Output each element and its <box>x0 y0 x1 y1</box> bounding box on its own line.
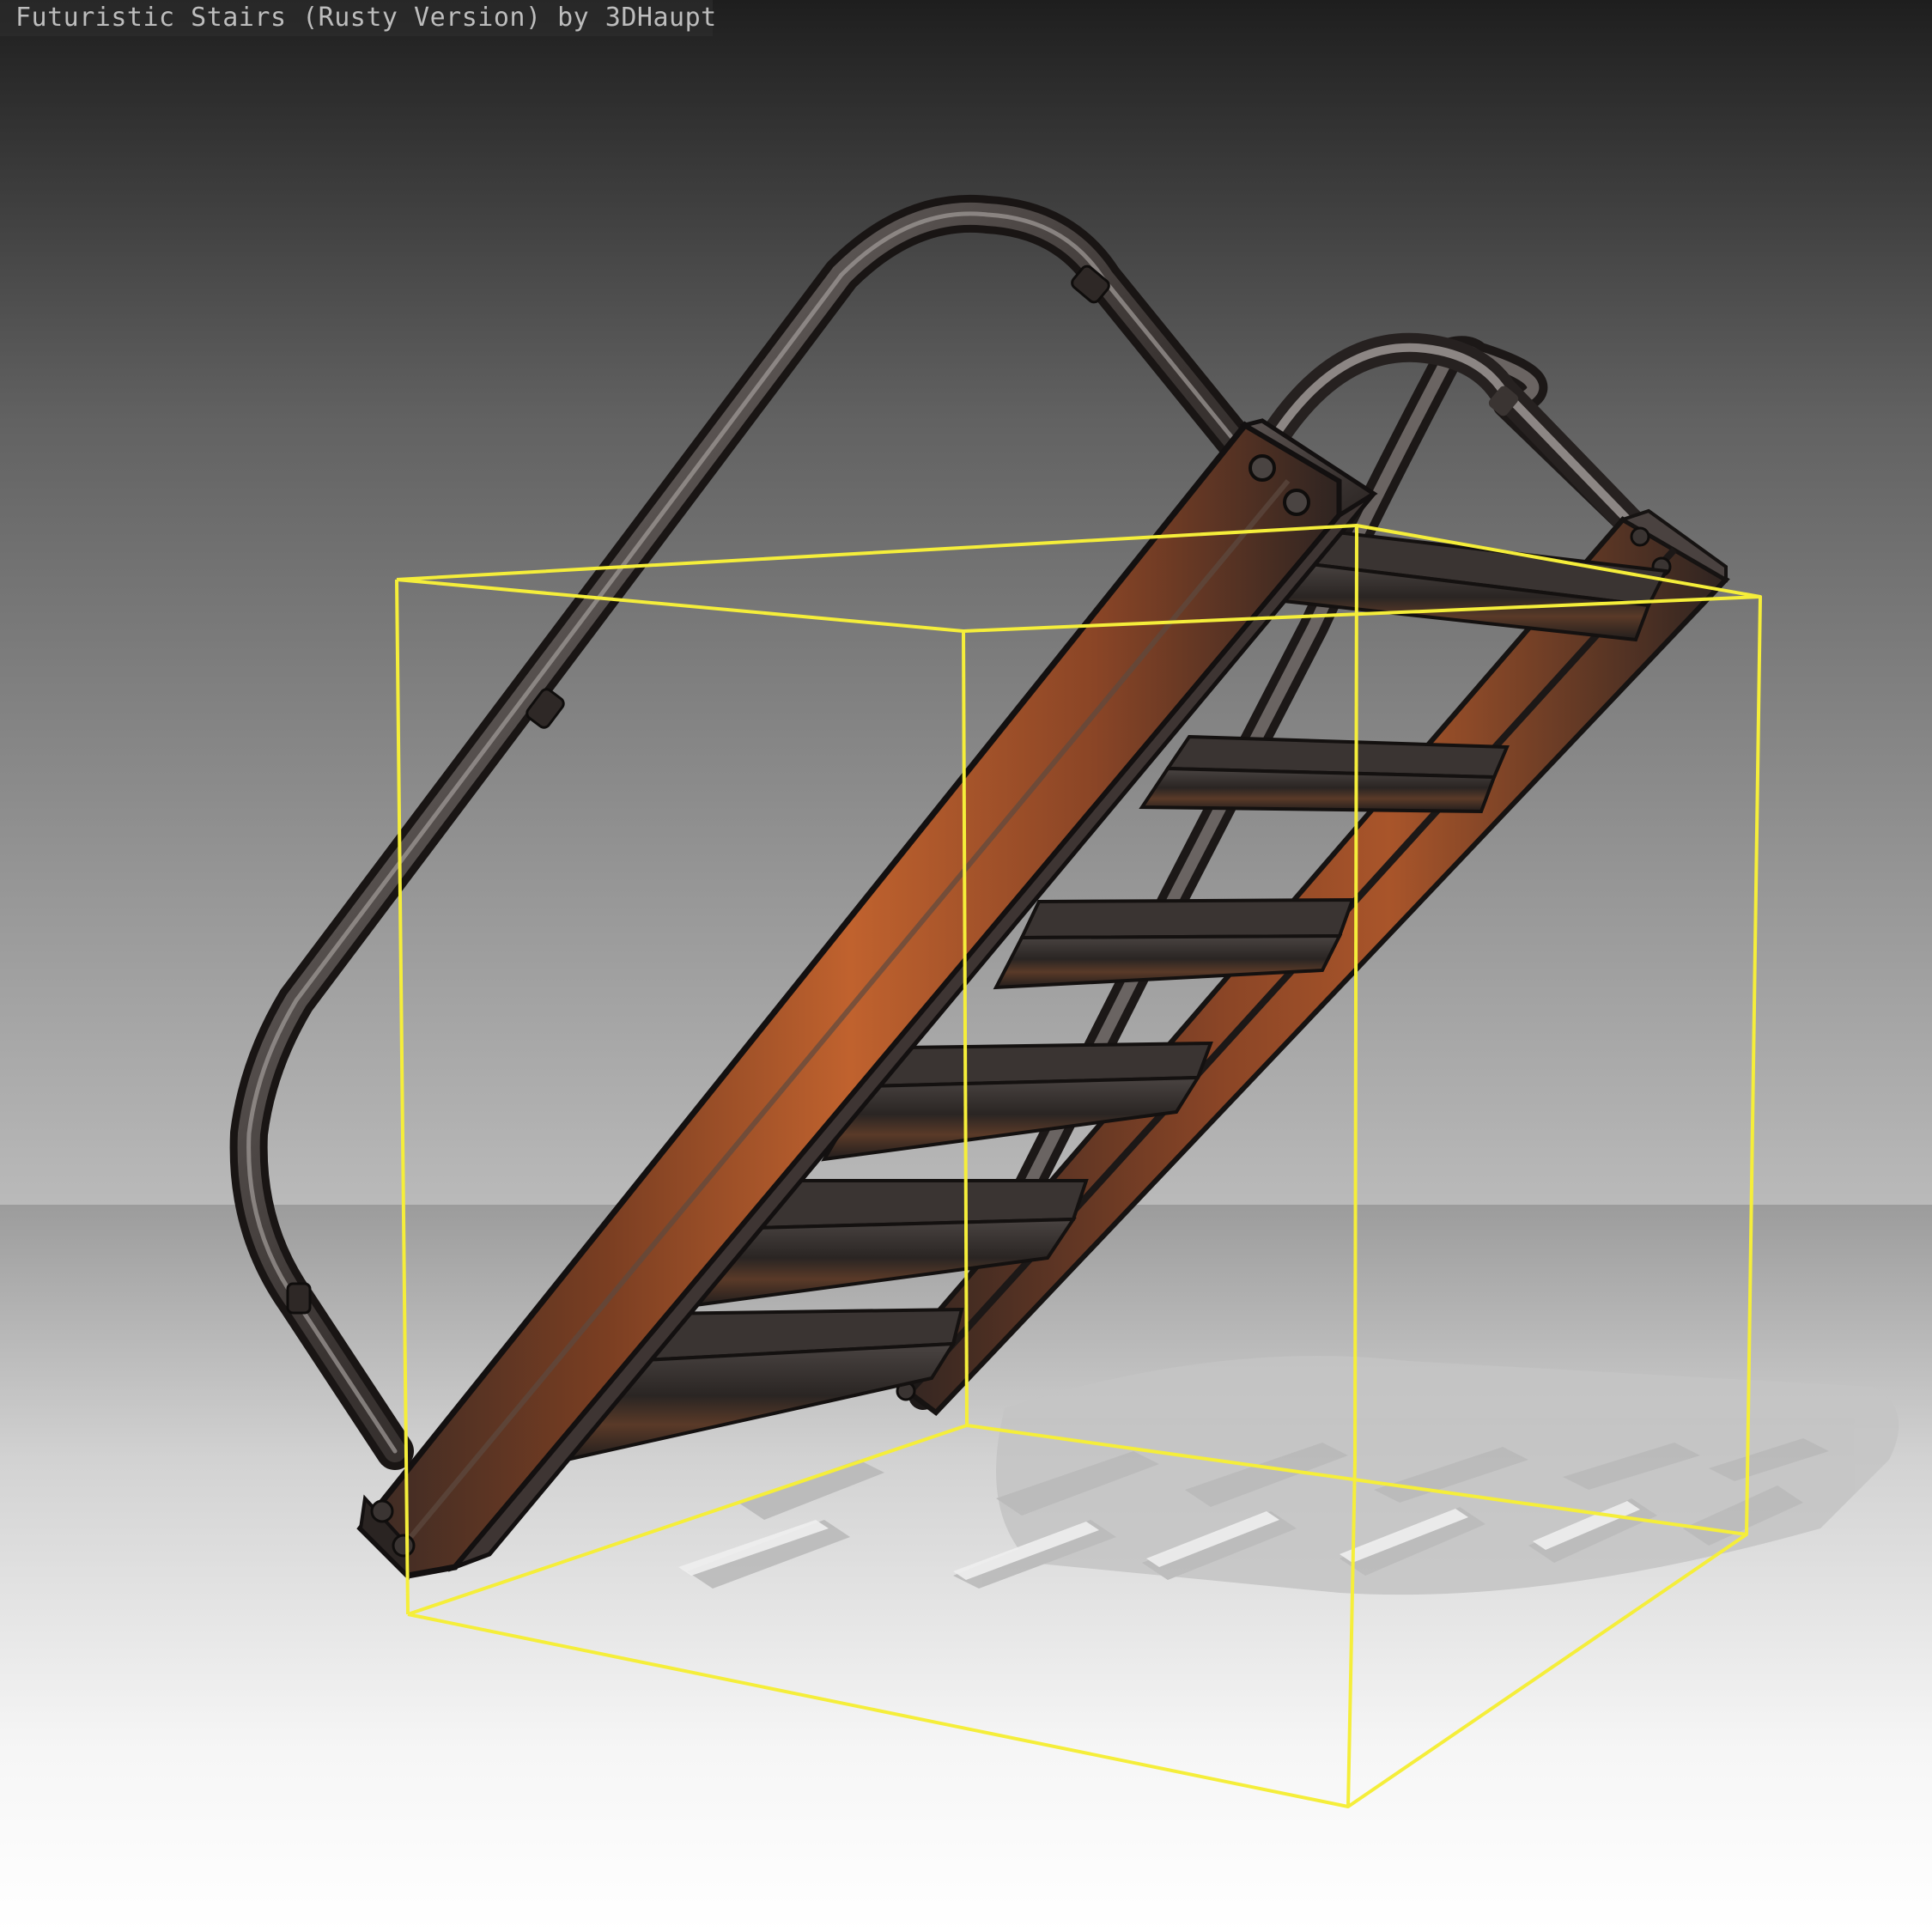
tread-2 <box>1139 734 1510 814</box>
model-title: Futuristic Stairs (Rusty Version) by 3DH… <box>15 3 717 33</box>
model-title-bar: Futuristic Stairs (Rusty Version) by 3DH… <box>0 0 716 36</box>
3d-viewport[interactable] <box>0 0 1932 1932</box>
